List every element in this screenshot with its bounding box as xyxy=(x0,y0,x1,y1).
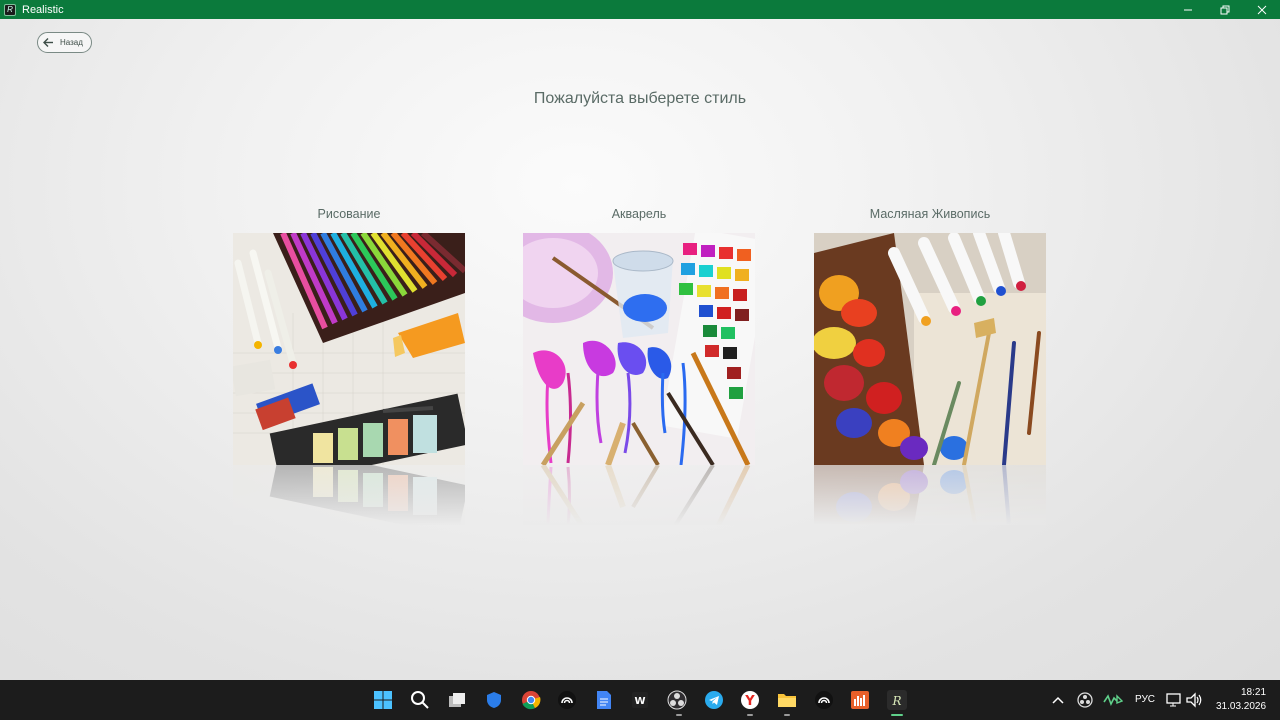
close-button[interactable] xyxy=(1243,0,1280,19)
restore-button[interactable] xyxy=(1206,0,1243,19)
realistic-app-icon[interactable]: R xyxy=(885,688,909,712)
card-reflection xyxy=(523,465,755,525)
volume-icon[interactable] xyxy=(1185,688,1205,712)
app-icon[interactable] xyxy=(555,688,579,712)
running-indicator xyxy=(784,714,790,716)
oil-paint-image xyxy=(814,233,1046,465)
card-label: Рисование xyxy=(317,207,381,221)
arrow-left-icon xyxy=(42,36,55,49)
pencils-image xyxy=(233,233,465,465)
telegram-icon[interactable] xyxy=(702,688,726,712)
folder-icon[interactable] xyxy=(775,688,799,712)
back-button[interactable]: Назад xyxy=(37,32,92,53)
clock-time[interactable]: 18:21 xyxy=(1241,687,1266,698)
svg-text:R: R xyxy=(891,694,901,708)
title-bar: R Realistic xyxy=(0,0,1280,19)
svg-text:W: W xyxy=(634,696,645,707)
obs-icon[interactable] xyxy=(665,688,689,712)
svg-text:Y: Y xyxy=(744,694,755,709)
task-view-icon[interactable] xyxy=(445,688,469,712)
style-card-oil-painting[interactable]: Масляная Живопись xyxy=(814,207,1046,525)
winamp-icon[interactable]: W xyxy=(628,688,652,712)
search-icon[interactable] xyxy=(408,688,432,712)
card-reflection xyxy=(814,465,1046,525)
minimize-icon xyxy=(1183,9,1192,10)
card-reflection xyxy=(233,465,465,525)
style-card-watercolor[interactable]: Акварель xyxy=(523,207,755,525)
window-title: Realistic xyxy=(22,3,64,16)
running-indicator xyxy=(747,714,753,716)
running-indicator xyxy=(676,714,682,716)
windows-start-icon[interactable] xyxy=(371,688,395,712)
app-icon[interactable] xyxy=(812,688,836,712)
yandex-browser-icon[interactable]: Y xyxy=(738,688,762,712)
taskbar: W Y R РУС 18:21 31.03.2026 xyxy=(0,680,1280,720)
language-indicator[interactable]: РУС xyxy=(1135,694,1155,705)
clock-date[interactable]: 31.03.2026 xyxy=(1216,701,1266,712)
page-title: Пожалуйста выберете стиль xyxy=(533,90,747,107)
network-activity-icon[interactable] xyxy=(1102,688,1124,712)
chrome-icon[interactable] xyxy=(519,688,543,712)
back-button-label: Назад xyxy=(60,38,83,47)
shield-icon[interactable] xyxy=(482,688,506,712)
watercolor-image xyxy=(523,233,755,465)
style-card-drawing[interactable]: Рисование xyxy=(233,207,465,525)
app-logo-icon: R xyxy=(4,3,16,16)
restore-icon xyxy=(1220,5,1229,14)
card-label: Масляная Живопись xyxy=(869,207,991,221)
close-icon xyxy=(1257,5,1266,14)
active-indicator xyxy=(891,714,903,716)
card-label: Акварель xyxy=(611,207,667,221)
google-docs-icon[interactable] xyxy=(592,688,616,712)
minimize-button[interactable] xyxy=(1169,0,1206,19)
main-area: Назад Пожалуйста выберете стиль Рисовани… xyxy=(0,19,1280,680)
chevron-up-icon[interactable] xyxy=(1048,688,1068,712)
obs-tray-icon[interactable] xyxy=(1075,688,1095,712)
display-icon[interactable] xyxy=(1164,688,1184,712)
audio-app-icon[interactable] xyxy=(848,688,872,712)
